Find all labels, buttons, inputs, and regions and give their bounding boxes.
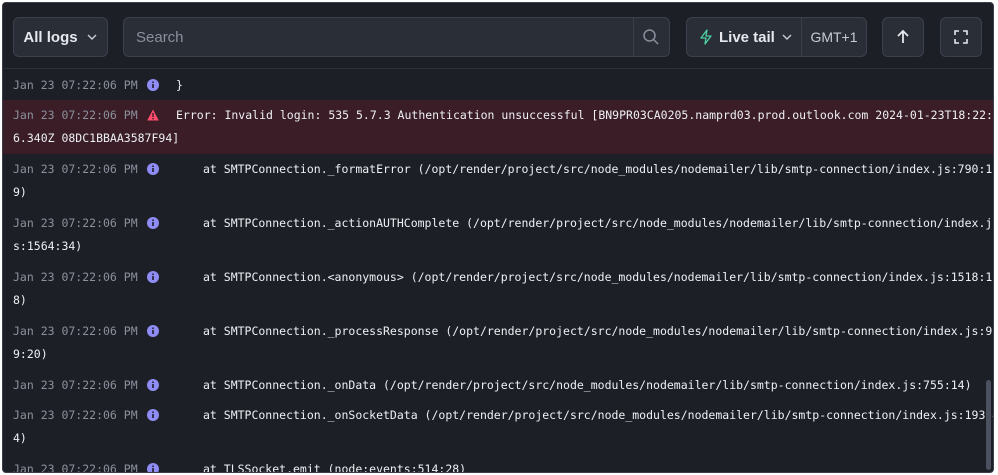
info-icon — [147, 163, 159, 175]
log-toolbar: All logs Search Live tail GMT+1 — [3, 3, 993, 69]
log-scrollbar[interactable] — [986, 380, 991, 470]
lightning-icon — [700, 29, 712, 45]
log-filter-dropdown[interactable]: All logs — [13, 17, 108, 57]
log-timestamp: Jan 23 07:22:06 PM — [13, 408, 138, 422]
log-row: Jan 23 07:22:06 PM at SMTPConnection._pr… — [3, 316, 993, 370]
log-timestamp: Jan 23 07:22:06 PM — [13, 462, 138, 473]
fullscreen-icon — [954, 30, 968, 44]
log-message-continued: 6.340Z 08DC1BBAA3587F94] — [13, 131, 180, 145]
log-timestamp: Jan 23 07:22:06 PM — [13, 108, 138, 122]
log-list: Jan 23 07:22:06 PM } Jan 23 07:22:06 PM … — [3, 70, 993, 473]
log-timestamp: Jan 23 07:22:06 PM — [13, 162, 138, 176]
log-message-continued: 8) — [13, 293, 27, 307]
warning-icon — [147, 109, 159, 121]
log-message: at SMTPConnection._actionAUTHComplete (/… — [203, 216, 993, 230]
log-timestamp: Jan 23 07:22:06 PM — [13, 270, 138, 284]
log-row: Jan 23 07:22:06 PM at SMTPConnection._on… — [3, 370, 993, 400]
live-tail-group: Live tail GMT+1 — [686, 17, 867, 57]
log-timestamp: Jan 23 07:22:06 PM — [13, 324, 138, 338]
log-row: Jan 23 07:22:06 PM at SMTPConnection._fo… — [3, 154, 993, 208]
chevron-down-icon — [87, 34, 97, 40]
log-row: Jan 23 07:22:06 PM at SMTPConnection._on… — [3, 400, 993, 454]
info-icon — [147, 379, 159, 391]
log-message-continued: s:1564:34) — [13, 239, 83, 253]
search-input[interactable]: Search — [123, 17, 670, 57]
log-message-continued: 4) — [13, 431, 27, 445]
search-icon[interactable] — [642, 28, 660, 46]
chevron-down-icon — [782, 34, 792, 40]
arrow-up-icon — [897, 29, 909, 43]
log-message: at SMTPConnection._onSocketData (/opt/re… — [203, 408, 993, 422]
log-row: Jan 23 07:22:06 PM at SMTPConnection.<an… — [3, 262, 993, 316]
search-placeholder: Search — [136, 28, 184, 46]
log-timestamp: Jan 23 07:22:06 PM — [13, 78, 138, 92]
live-tail-button[interactable]: Live tail — [687, 18, 802, 56]
scroll-top-button[interactable] — [882, 17, 924, 57]
info-icon — [147, 217, 159, 229]
search-divider — [633, 18, 634, 56]
info-icon — [147, 409, 159, 421]
fullscreen-button[interactable] — [940, 17, 982, 57]
log-row: Jan 23 07:22:06 PM at SMTPConnection._ac… — [3, 208, 993, 262]
info-icon — [147, 79, 159, 91]
info-icon — [147, 463, 159, 472]
log-viewer: All logs Search Live tail GMT+1 Jan 23 0… — [2, 2, 994, 473]
live-tail-label: Live tail — [719, 28, 775, 46]
log-message: } — [176, 78, 183, 92]
log-filter-label: All logs — [23, 28, 78, 46]
log-message: at SMTPConnection.<anonymous> (/opt/rend… — [203, 270, 993, 284]
timezone-selector[interactable]: GMT+1 — [802, 29, 866, 45]
log-row: Jan 23 07:22:06 PM at TLSSocket.emit (no… — [3, 454, 993, 473]
log-row: Jan 23 07:22:06 PM } — [3, 70, 993, 100]
log-message: Error: Invalid login: 535 5.7.3 Authenti… — [176, 108, 993, 122]
log-message-continued: 9:20) — [13, 347, 48, 361]
log-timestamp: Jan 23 07:22:06 PM — [13, 216, 138, 230]
log-message: at SMTPConnection._formatError (/opt/ren… — [203, 162, 993, 176]
log-message: at SMTPConnection._onData (/opt/render/p… — [203, 378, 972, 392]
log-row-error: Jan 23 07:22:06 PM Error: Invalid login:… — [3, 100, 993, 154]
log-message-continued: 9) — [13, 185, 27, 199]
info-icon — [147, 271, 159, 283]
info-icon — [147, 325, 159, 337]
log-timestamp: Jan 23 07:22:06 PM — [13, 378, 138, 392]
log-message: at TLSSocket.emit (node:events:514:28) — [203, 462, 467, 473]
log-message: at SMTPConnection._processResponse (/opt… — [203, 324, 993, 338]
